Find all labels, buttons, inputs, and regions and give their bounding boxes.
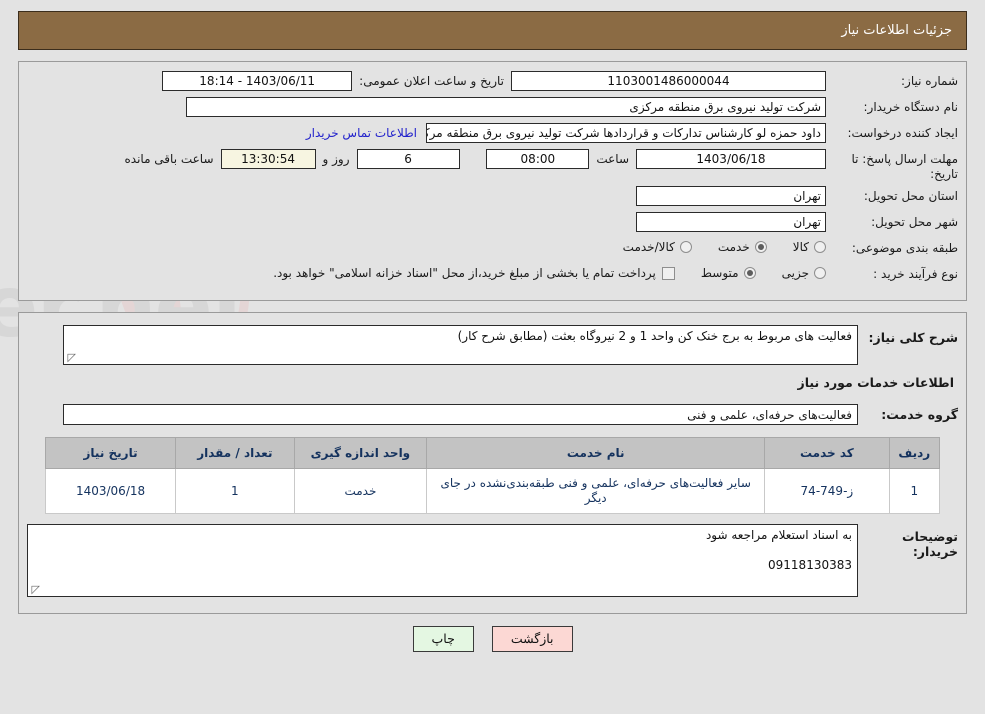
radio-icon-category-goods[interactable] bbox=[814, 241, 826, 253]
label-response-deadline: مهلت ارسال پاسخ: تا تاریخ: bbox=[851, 152, 958, 181]
row-request-creator: ایجاد کننده درخواست: داود حمزه لو کارشنا… bbox=[27, 123, 958, 145]
radio-item-purchase-minor[interactable]: جزیی bbox=[782, 266, 826, 280]
label-purchase-type: نوع فرآیند خرید : bbox=[873, 267, 958, 281]
row-subject-category: طبقه بندی موضوعی: کالا خدمت کالا/خدمت bbox=[27, 238, 958, 260]
back-button[interactable]: بازگشت bbox=[491, 626, 573, 652]
request-creator-value: داود حمزه لو کارشناس تدارکات و قراردادها… bbox=[426, 123, 826, 143]
col-header-unit: واحد اندازه گیری bbox=[293, 437, 428, 469]
label-delivery-province: استان محل تحویل: bbox=[863, 189, 958, 203]
table-header-row: ردیف کد خدمت نام خدمت واحد اندازه گیری ت… bbox=[44, 437, 941, 469]
treasury-bond-option[interactable]: پرداخت تمام یا بخشی از مبلغ خرید،از محل … bbox=[273, 266, 675, 280]
row-overall-description: شرح کلی نیاز: فعالیت های مربوط به برج خن… bbox=[27, 325, 958, 365]
label-need-number: شماره نیاز: bbox=[901, 74, 958, 88]
label-announce-datetime: تاریخ و ساعت اعلان عمومی: bbox=[359, 74, 504, 88]
label-buyer-notes: توضیحات خریدار: bbox=[902, 529, 958, 559]
label-overall-description: شرح کلی نیاز: bbox=[868, 330, 958, 345]
items-table: ردیف کد خدمت نام خدمت واحد اندازه گیری ت… bbox=[44, 437, 941, 514]
buyer-notes-line-1: به اسناد استعلام مراجعه شود bbox=[705, 528, 852, 542]
radio-item-purchase-medium[interactable]: متوسط bbox=[701, 266, 756, 280]
overall-description-textarea[interactable]: فعالیت های مربوط به برج خنک کن واحد 1 و … bbox=[63, 325, 858, 365]
cell-service-name: سایر فعالیت‌های حرفه‌ای، علمی و فنی طبقه… bbox=[426, 468, 766, 514]
resize-grip-icon[interactable]: ◸ bbox=[66, 352, 76, 363]
row-purchase-type: نوع فرآیند خرید : جزیی متوسط پرداخت تمام… bbox=[27, 264, 958, 286]
label-deadline-time: ساعت bbox=[596, 152, 629, 166]
footer-actions: بازگشت چاپ bbox=[0, 626, 985, 652]
row-delivery-city: شهر محل تحویل: تهران bbox=[27, 212, 958, 234]
page-title: جزئیات اطلاعات نیاز bbox=[841, 23, 952, 38]
radio-icon-purchase-medium[interactable] bbox=[743, 267, 756, 279]
need-summary-panel: شماره نیاز: 1103001486000044 تاریخ و ساع… bbox=[18, 61, 967, 301]
radio-icon-purchase-minor[interactable] bbox=[814, 267, 826, 279]
col-header-radif: ردیف bbox=[888, 437, 941, 469]
services-section-title: اطلاعات خدمات مورد نیاز bbox=[797, 375, 955, 390]
delivery-province-value: تهران bbox=[636, 186, 826, 206]
buyer-contact-link[interactable]: اطلاعات تماس خریدار bbox=[306, 123, 426, 143]
cell-unit: خدمت bbox=[293, 468, 428, 514]
buyer-org-value: شرکت تولید نیروی برق منطقه مرکزی bbox=[186, 97, 826, 117]
table-row: 1 ز-749-74 سایر فعالیت‌های حرفه‌ای، علمی… bbox=[44, 468, 941, 514]
radio-label-category-service: خدمت bbox=[717, 240, 750, 254]
deadline-days-remaining: 6 bbox=[356, 149, 460, 169]
label-delivery-city: شهر محل تحویل: bbox=[871, 215, 958, 229]
radio-label-category-goods: کالا bbox=[792, 240, 809, 254]
label-buyer-org: نام دستگاه خریدار: bbox=[863, 100, 959, 114]
radio-icon-category-goods-service[interactable] bbox=[679, 241, 692, 253]
delivery-city-value: تهران bbox=[636, 212, 826, 232]
announce-datetime-value: 1403/06/11 - 18:14 bbox=[162, 71, 353, 91]
row-delivery-province: استان محل تحویل: تهران bbox=[27, 186, 958, 208]
radio-label-purchase-minor: جزیی bbox=[781, 266, 809, 280]
radio-label-purchase-medium: متوسط bbox=[700, 266, 739, 280]
deadline-time-value: 08:00 bbox=[486, 149, 590, 169]
treasury-bond-note: پرداخت تمام یا بخشی از مبلغ خرید،از محل … bbox=[273, 266, 656, 280]
col-header-service-code: کد خدمت bbox=[764, 437, 890, 469]
col-header-service-name: نام خدمت bbox=[426, 437, 766, 469]
items-table-wrap: ردیف کد خدمت نام خدمت واحد اندازه گیری ت… bbox=[27, 437, 958, 514]
row-buyer-org: نام دستگاه خریدار: شرکت تولید نیروی برق … bbox=[27, 97, 958, 119]
page-root: جزئیات اطلاعات نیاز شماره نیاز: 11030014… bbox=[0, 11, 985, 652]
buyer-notes-line-2: 09118130383 bbox=[768, 558, 852, 572]
deadline-countdown: 13:30:54 bbox=[220, 149, 316, 169]
label-hours-remaining: ساعت باقی مانده bbox=[124, 152, 214, 166]
label-service-group: گروه خدمت: bbox=[881, 407, 958, 422]
row-service-group: گروه خدمت: فعالیت‌های حرفه‌ای، علمی و فن… bbox=[27, 404, 958, 425]
purchase-type-radio-group[interactable]: جزیی متوسط پرداخت تمام یا بخشی از مبلغ خ… bbox=[273, 264, 826, 280]
radio-item-category-goods-service[interactable]: کالا/خدمت bbox=[623, 240, 692, 254]
row-buyer-notes: توضیحات خریدار: به اسناد استعلام مراجعه … bbox=[27, 524, 958, 597]
radio-icon-category-service[interactable] bbox=[754, 241, 767, 253]
col-header-quantity: تعداد / مقدار bbox=[175, 437, 295, 469]
label-request-creator: ایجاد کننده درخواست: bbox=[847, 126, 958, 140]
label-subject-category: طبقه بندی موضوعی: bbox=[851, 241, 958, 255]
checkbox-icon-treasury-bond[interactable] bbox=[661, 266, 675, 280]
cell-service-code: ز-749-74 bbox=[764, 468, 890, 514]
subject-category-radio-group[interactable]: کالا خدمت کالا/خدمت bbox=[597, 238, 826, 254]
page-header: جزئیات اطلاعات نیاز bbox=[18, 11, 967, 50]
overall-description-text: فعالیت های مربوط به برج خنک کن واحد 1 و … bbox=[457, 329, 852, 343]
radio-item-category-service[interactable]: خدمت bbox=[718, 240, 767, 254]
radio-item-category-goods[interactable]: کالا bbox=[793, 240, 826, 254]
service-group-value: فعالیت‌های حرفه‌ای، علمی و فنی bbox=[63, 404, 858, 425]
deadline-date-value: 1403/06/18 bbox=[636, 149, 826, 169]
row-response-deadline: مهلت ارسال پاسخ: تا تاریخ: 1403/06/18 سا… bbox=[27, 149, 958, 182]
need-number-value: 1103001486000044 bbox=[511, 71, 826, 91]
row-need-number: شماره نیاز: 1103001486000044 تاریخ و ساع… bbox=[27, 71, 958, 93]
cell-quantity: 1 bbox=[175, 468, 295, 514]
print-button[interactable]: چاپ bbox=[412, 626, 474, 652]
buyer-notes-textarea[interactable]: به اسناد استعلام مراجعه شود 09118130383 … bbox=[27, 524, 858, 597]
label-days-and: روز و bbox=[322, 152, 350, 166]
cell-need-date: 1403/06/18 bbox=[44, 468, 177, 514]
need-details-panel: شرح کلی نیاز: فعالیت های مربوط به برج خن… bbox=[18, 312, 967, 614]
col-header-need-date: تاریخ نیاز bbox=[44, 437, 177, 469]
resize-grip-icon[interactable]: ◸ bbox=[30, 584, 40, 595]
cell-radif: 1 bbox=[888, 468, 941, 514]
radio-label-category-goods-service: کالا/خدمت bbox=[622, 240, 675, 254]
